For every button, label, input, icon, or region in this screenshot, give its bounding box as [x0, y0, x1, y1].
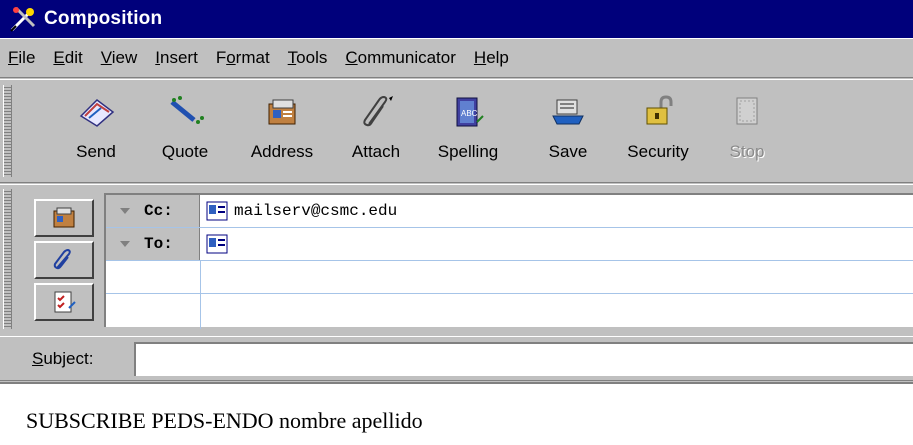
toolbar: Send Quote Address Attach ABC Spelling S…: [0, 79, 913, 183]
spelling-button[interactable]: ABC Spelling: [430, 94, 506, 174]
paperclip-icon: [363, 95, 393, 127]
menu-file[interactable]: File: [6, 46, 37, 70]
subject-input[interactable]: [134, 342, 913, 376]
address-book-icon: [268, 99, 296, 125]
send-icon: [79, 99, 115, 127]
recipient-field[interactable]: [206, 228, 234, 260]
subject-bar: Subject:: [0, 336, 913, 381]
security-button[interactable]: Security: [616, 94, 700, 174]
stop-icon: [736, 97, 758, 125]
attach-button[interactable]: Attach: [344, 94, 408, 174]
send-button[interactable]: Send: [66, 94, 126, 174]
dropdown-arrow-icon[interactable]: [120, 208, 130, 214]
address-button[interactable]: Address: [242, 94, 322, 174]
title-bar: Composition: [0, 0, 913, 38]
address-card-icon: [206, 201, 228, 221]
recipient-type-selector[interactable]: To:: [106, 228, 200, 260]
options-tab[interactable]: [34, 283, 94, 321]
recipient-list: Cc: mailserv@csmc.edu To:: [104, 193, 913, 329]
quote-icon: [170, 96, 204, 124]
menu-bar: File Edit View Insert Format Tools Commu…: [0, 38, 913, 78]
stop-button[interactable]: Stop: [722, 94, 772, 174]
composition-icon: [10, 6, 36, 32]
recipient-address: mailserv@csmc.edu: [234, 202, 398, 220]
spelling-icon: ABC: [456, 97, 484, 127]
addressing-area: Cc: mailserv@csmc.edu To:: [0, 184, 913, 334]
menu-communicator[interactable]: Communicator: [343, 46, 458, 70]
paperclip-icon: [53, 248, 71, 270]
recipient-field[interactable]: mailserv@csmc.edu: [206, 195, 397, 227]
address-card-icon: [206, 234, 228, 254]
menu-view[interactable]: View: [99, 46, 140, 70]
address-tab[interactable]: [34, 199, 94, 237]
menu-insert[interactable]: Insert: [153, 46, 200, 70]
window-title: Composition: [44, 8, 163, 29]
quote-button[interactable]: Quote: [155, 94, 215, 174]
addressing-tabs: [34, 199, 98, 329]
menu-tools[interactable]: Tools: [286, 46, 330, 70]
empty-recipient-row[interactable]: [106, 261, 913, 294]
recipient-row: To:: [106, 228, 913, 261]
empty-recipient-row[interactable]: [106, 294, 913, 327]
column-divider: [200, 261, 201, 329]
menu-format[interactable]: Format: [214, 46, 272, 70]
address-card-icon: [53, 207, 75, 228]
recipient-type-label: To:: [144, 235, 173, 253]
svg-text:ABC: ABC: [461, 109, 478, 118]
padlock-icon: [646, 95, 673, 125]
subject-label: Subject:: [32, 349, 94, 368]
toolbar-grip[interactable]: [3, 85, 12, 177]
dropdown-arrow-icon[interactable]: [120, 241, 130, 247]
menu-edit[interactable]: Edit: [51, 46, 84, 70]
save-button[interactable]: Save: [540, 94, 596, 174]
menu-help[interactable]: Help: [472, 46, 511, 70]
recipient-type-label: Cc:: [144, 202, 173, 220]
attachments-tab[interactable]: [34, 241, 94, 279]
save-icon: [552, 99, 584, 125]
checklist-icon: [54, 291, 76, 313]
message-text: SUBSCRIBE PEDS-ENDO nombre apellido: [26, 408, 423, 433]
recipient-type-selector[interactable]: Cc:: [106, 195, 200, 227]
message-body[interactable]: SUBSCRIBE PEDS-ENDO nombre apellido: [0, 382, 913, 445]
recipient-row: Cc: mailserv@csmc.edu: [106, 195, 913, 228]
addressing-grip[interactable]: [3, 189, 12, 329]
